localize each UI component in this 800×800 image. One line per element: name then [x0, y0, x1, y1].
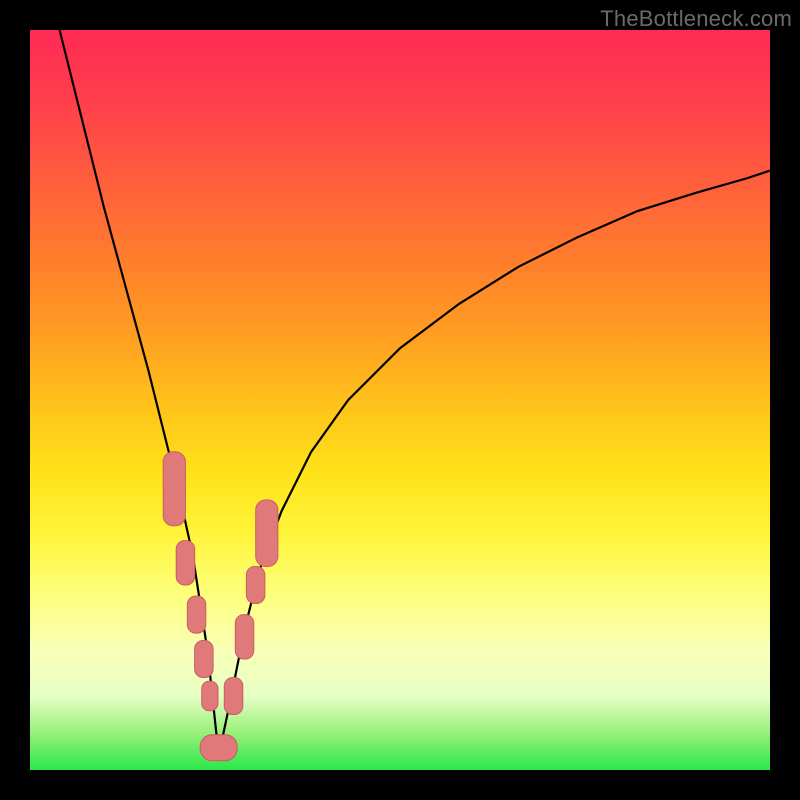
marker-left-cluster-low1 — [195, 641, 214, 678]
marker-right-cluster-mid1 — [235, 615, 254, 659]
marker-left-cluster-top — [163, 452, 185, 526]
marker-left-cluster-mid — [187, 596, 206, 633]
chart-svg — [30, 30, 770, 770]
watermark-text: TheBottleneck.com — [600, 6, 792, 32]
plot-area — [30, 30, 770, 770]
marker-right-cluster-low — [224, 678, 243, 715]
marker-right-cluster-mid2 — [246, 567, 265, 604]
marker-right-cluster-top — [256, 500, 278, 567]
outer-frame: TheBottleneck.com — [0, 0, 800, 800]
marker-left-cluster-upper — [176, 541, 195, 585]
bottleneck-curve — [60, 30, 770, 755]
marker-cluster — [163, 452, 278, 761]
marker-valley-pill — [200, 735, 237, 761]
marker-left-cluster-low2 — [202, 681, 218, 711]
